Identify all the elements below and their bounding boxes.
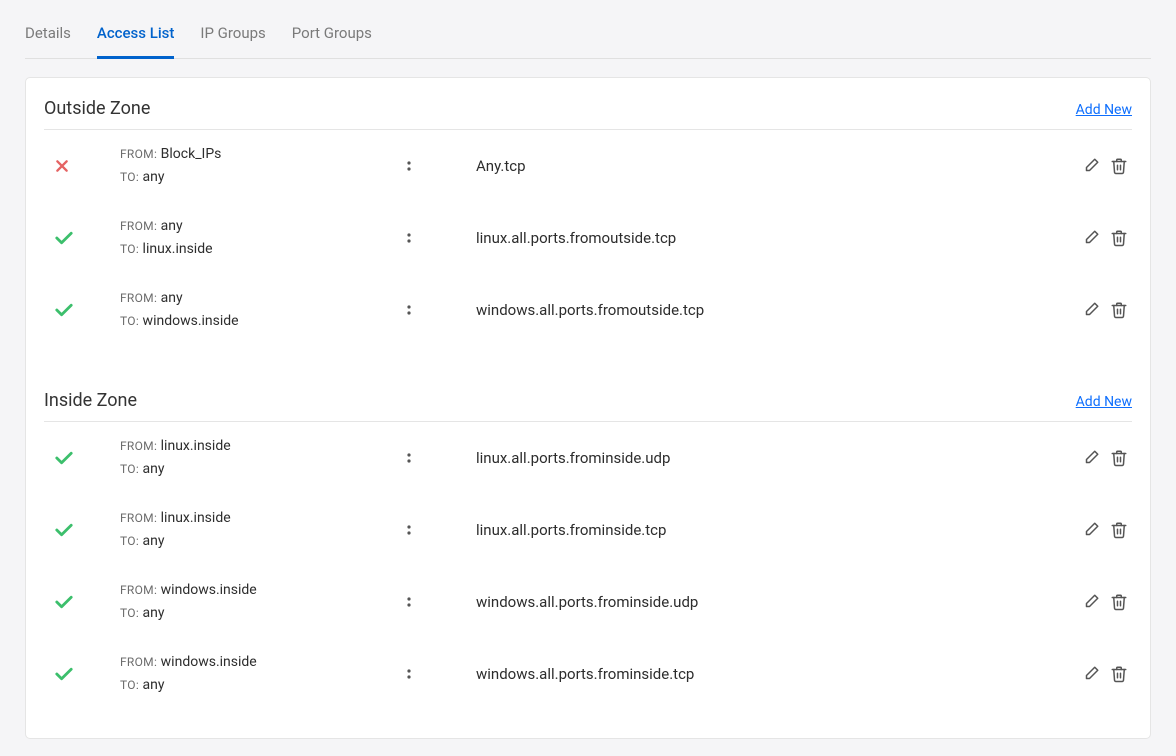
rule-row: FROM: linux.inside TO: any linux.all.por… xyxy=(44,422,1132,494)
drag-handle-icon[interactable] xyxy=(406,666,416,682)
to-label: TO: xyxy=(120,242,139,256)
edit-icon[interactable] xyxy=(1082,301,1100,319)
rule-row: FROM: windows.inside TO: any windows.all… xyxy=(44,566,1132,638)
edit-icon[interactable] xyxy=(1082,665,1100,683)
tab-ip-groups[interactable]: IP Groups xyxy=(200,24,265,59)
tab-port-groups[interactable]: Port Groups xyxy=(292,24,372,59)
from-label: FROM: xyxy=(120,147,157,161)
to-label: TO: xyxy=(120,606,139,620)
from-label: FROM: xyxy=(120,583,157,597)
allow-icon xyxy=(54,450,74,466)
zone-title-outside: Outside Zone xyxy=(44,98,1076,119)
tab-access-list[interactable]: Access List xyxy=(97,24,174,59)
allow-icon xyxy=(54,522,74,538)
port-value: linux.all.ports.fromoutside.tcp xyxy=(476,229,1082,247)
rule-row: FROM: any TO: windows.inside windows.all… xyxy=(44,274,1132,346)
allow-icon xyxy=(54,666,74,682)
to-value: any xyxy=(143,461,165,477)
to-label: TO: xyxy=(120,534,139,548)
drag-handle-icon[interactable] xyxy=(406,522,416,538)
from-value: windows.inside xyxy=(161,654,257,670)
trash-icon[interactable] xyxy=(1110,665,1128,683)
add-new-inside[interactable]: Add New xyxy=(1076,394,1132,410)
port-value: linux.all.ports.frominside.udp xyxy=(476,449,1082,467)
to-value: any xyxy=(143,677,165,693)
edit-icon[interactable] xyxy=(1082,157,1100,175)
from-value: Block_IPs xyxy=(161,146,222,162)
from-label: FROM: xyxy=(120,219,157,233)
to-label: TO: xyxy=(120,314,139,328)
trash-icon[interactable] xyxy=(1110,449,1128,467)
trash-icon[interactable] xyxy=(1110,301,1128,319)
allow-icon xyxy=(54,302,74,318)
port-value: windows.all.ports.frominside.tcp xyxy=(476,665,1082,683)
to-value: windows.inside xyxy=(143,313,239,329)
from-label: FROM: xyxy=(120,291,157,305)
drag-handle-icon[interactable] xyxy=(406,158,416,174)
from-label: FROM: xyxy=(120,655,157,669)
to-label: TO: xyxy=(120,462,139,476)
deny-icon xyxy=(54,158,70,174)
to-value: any xyxy=(143,169,165,185)
add-new-outside[interactable]: Add New xyxy=(1076,102,1132,118)
tabs-bar: Details Access List IP Groups Port Group… xyxy=(25,0,1151,59)
from-value: windows.inside xyxy=(161,582,257,598)
rule-row: FROM: any TO: linux.inside linux.all.por… xyxy=(44,202,1132,274)
trash-icon[interactable] xyxy=(1110,157,1128,175)
from-label: FROM: xyxy=(120,511,157,525)
edit-icon[interactable] xyxy=(1082,521,1100,539)
allow-icon xyxy=(54,230,74,246)
edit-icon[interactable] xyxy=(1082,229,1100,247)
to-label: TO: xyxy=(120,170,139,184)
access-list-card: Outside Zone Add New FROM: Block_IPs TO:… xyxy=(25,77,1151,739)
port-value: windows.all.ports.frominside.udp xyxy=(476,593,1082,611)
rule-row: FROM: Block_IPs TO: any Any.tcp xyxy=(44,130,1132,202)
from-value: any xyxy=(161,218,183,234)
to-value: any xyxy=(143,605,165,621)
from-value: any xyxy=(161,290,183,306)
edit-icon[interactable] xyxy=(1082,449,1100,467)
trash-icon[interactable] xyxy=(1110,521,1128,539)
zone-header-inside: Inside Zone Add New xyxy=(44,382,1132,422)
to-value: linux.inside xyxy=(143,241,213,257)
trash-icon[interactable] xyxy=(1110,593,1128,611)
drag-handle-icon[interactable] xyxy=(406,594,416,610)
to-label: TO: xyxy=(120,678,139,692)
port-value: linux.all.ports.frominside.tcp xyxy=(476,521,1082,539)
port-value: Any.tcp xyxy=(476,157,1082,175)
edit-icon[interactable] xyxy=(1082,593,1100,611)
from-value: linux.inside xyxy=(161,510,231,526)
drag-handle-icon[interactable] xyxy=(406,302,416,318)
to-value: any xyxy=(143,533,165,549)
zone-title-inside: Inside Zone xyxy=(44,390,1076,411)
drag-handle-icon[interactable] xyxy=(406,230,416,246)
from-value: linux.inside xyxy=(161,438,231,454)
drag-handle-icon[interactable] xyxy=(406,450,416,466)
rule-row: FROM: windows.inside TO: any windows.all… xyxy=(44,638,1132,710)
allow-icon xyxy=(54,594,74,610)
rule-row: FROM: linux.inside TO: any linux.all.por… xyxy=(44,494,1132,566)
from-label: FROM: xyxy=(120,439,157,453)
tab-details[interactable]: Details xyxy=(25,24,71,59)
trash-icon[interactable] xyxy=(1110,229,1128,247)
zone-header-outside: Outside Zone Add New xyxy=(44,90,1132,130)
port-value: windows.all.ports.fromoutside.tcp xyxy=(476,301,1082,319)
